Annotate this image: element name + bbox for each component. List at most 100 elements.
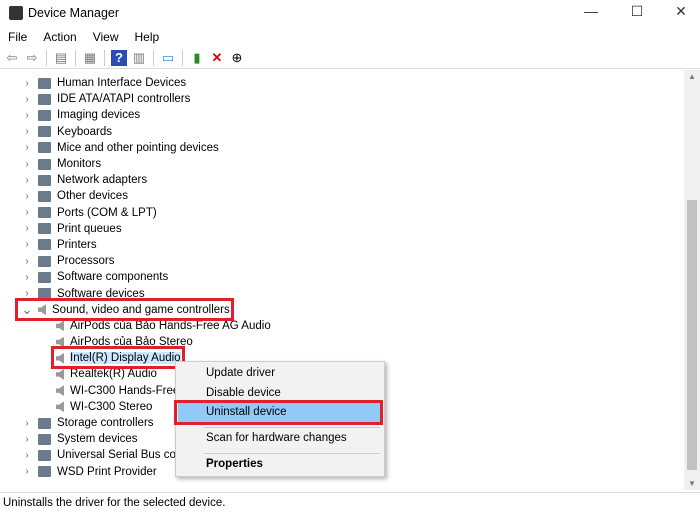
chevron-right-icon[interactable]: › bbox=[20, 256, 34, 267]
vertical-scrollbar[interactable]: ▲ ▼ bbox=[684, 70, 700, 490]
chevron-right-icon[interactable]: › bbox=[20, 288, 34, 299]
context-menu: Update driver Disable device Uninstall d… bbox=[175, 361, 385, 477]
category-label: Imaging devices bbox=[57, 109, 141, 122]
scrollbar-thumb[interactable] bbox=[687, 200, 697, 470]
category-label: Ports (COM & LPT) bbox=[57, 206, 157, 219]
speaker-icon bbox=[56, 401, 64, 413]
device-label: WI-C300 Stereo bbox=[70, 400, 153, 413]
tree-category[interactable]: › Ports (COM & LPT) bbox=[0, 205, 684, 221]
chevron-right-icon[interactable]: › bbox=[20, 110, 34, 121]
tree-category[interactable]: ⌄ Sound, video and game controllers bbox=[0, 302, 684, 318]
menu-separator bbox=[204, 427, 380, 428]
tree-device[interactable]: AirPods của Bảo Stereo bbox=[0, 334, 684, 350]
scroll-down-arrow-icon[interactable]: ▼ bbox=[684, 479, 700, 488]
tree-category[interactable]: › Keyboards bbox=[0, 124, 684, 140]
device-manager-icon bbox=[9, 6, 23, 20]
back-icon[interactable]: ⇦ bbox=[4, 50, 20, 66]
chevron-right-icon[interactable]: › bbox=[20, 142, 34, 153]
menu-item-disable-device[interactable]: Disable device bbox=[178, 384, 382, 403]
menu-item-uninstall-device[interactable]: Uninstall device bbox=[178, 403, 382, 422]
device-category-icon bbox=[38, 190, 51, 202]
tree-category[interactable]: › Network adapters bbox=[0, 172, 684, 188]
device-label: AirPods của Bảo Stereo bbox=[70, 336, 193, 349]
menu-view[interactable]: View bbox=[85, 28, 127, 46]
category-label: Other devices bbox=[57, 190, 128, 203]
category-label: System devices bbox=[57, 433, 138, 446]
device-category-icon bbox=[38, 466, 51, 478]
properties-icon[interactable]: ▦ bbox=[82, 50, 98, 66]
action-pane-icon[interactable]: ▥ bbox=[131, 50, 147, 66]
chevron-right-icon[interactable]: › bbox=[20, 272, 34, 283]
scan-hardware-icon[interactable]: ▭ bbox=[160, 50, 176, 66]
separator bbox=[75, 49, 76, 66]
tree-category[interactable]: › Other devices bbox=[0, 188, 684, 204]
category-label: Mice and other pointing devices bbox=[57, 141, 219, 154]
device-category-icon bbox=[38, 174, 51, 186]
category-label: Printers bbox=[57, 238, 97, 251]
chevron-right-icon[interactable]: › bbox=[20, 207, 34, 218]
scroll-up-arrow-icon[interactable]: ▲ bbox=[684, 72, 700, 81]
device-category-icon bbox=[38, 304, 46, 316]
device-category-icon bbox=[38, 93, 51, 105]
separator bbox=[153, 49, 154, 66]
category-label: IDE ATA/ATAPI controllers bbox=[57, 93, 191, 106]
chevron-right-icon[interactable]: › bbox=[20, 418, 34, 429]
help-icon[interactable]: ? bbox=[111, 49, 127, 66]
tree-category[interactable]: › Software components bbox=[0, 269, 684, 285]
device-category-icon bbox=[38, 77, 51, 89]
tree-device[interactable]: AirPods của Bảo Hands-Free AG Audio bbox=[0, 318, 684, 334]
menu-item-scan-hardware[interactable]: Scan for hardware changes bbox=[178, 429, 382, 448]
separator bbox=[46, 49, 47, 66]
device-label: Intel(R) Display Audio bbox=[70, 352, 181, 365]
device-category-icon bbox=[38, 223, 51, 235]
disable-icon[interactable]: ⊕ bbox=[229, 50, 245, 66]
chevron-right-icon[interactable]: › bbox=[20, 223, 34, 234]
tree-category[interactable]: › Software devices bbox=[0, 285, 684, 301]
menu-bar: File Action View Help bbox=[0, 28, 167, 46]
separator bbox=[182, 49, 183, 66]
menu-separator bbox=[204, 453, 380, 454]
tree-category[interactable]: › IDE ATA/ATAPI controllers bbox=[0, 91, 684, 107]
maximize-button[interactable]: ☐ bbox=[622, 3, 652, 23]
category-label: Software components bbox=[57, 271, 169, 284]
show-hide-console-tree-icon[interactable]: ▤ bbox=[53, 50, 69, 66]
chevron-right-icon[interactable]: › bbox=[20, 94, 34, 105]
chevron-right-icon[interactable]: › bbox=[20, 159, 34, 170]
chevron-right-icon[interactable]: › bbox=[20, 466, 34, 477]
tree-category[interactable]: › Print queues bbox=[0, 221, 684, 237]
menu-item-properties[interactable]: Properties bbox=[178, 455, 382, 474]
chevron-down-icon[interactable]: ⌄ bbox=[20, 302, 34, 318]
chevron-right-icon[interactable]: › bbox=[20, 450, 34, 461]
tree-category[interactable]: › Monitors bbox=[0, 156, 684, 172]
tree-category[interactable]: › Mice and other pointing devices bbox=[0, 140, 684, 156]
tree-category[interactable]: › Imaging devices bbox=[0, 107, 684, 123]
tree-category[interactable]: › Printers bbox=[0, 237, 684, 253]
minimize-button[interactable]: — bbox=[576, 3, 606, 23]
update-driver-icon[interactable]: ▮ bbox=[189, 50, 205, 66]
tree-category[interactable]: › Human Interface Devices bbox=[0, 75, 684, 91]
menu-item-update-driver[interactable]: Update driver bbox=[178, 364, 382, 383]
forward-icon[interactable]: ⇨ bbox=[24, 50, 40, 66]
uninstall-icon[interactable]: ✕ bbox=[209, 50, 225, 66]
title-bar: Device Manager — ☐ ✕ bbox=[0, 0, 700, 26]
device-category-icon bbox=[38, 417, 51, 429]
category-label: WSD Print Provider bbox=[57, 465, 157, 478]
close-button[interactable]: ✕ bbox=[666, 3, 696, 23]
category-label: Storage controllers bbox=[57, 417, 154, 430]
chevron-right-icon[interactable]: › bbox=[20, 434, 34, 445]
device-category-icon bbox=[38, 255, 51, 267]
tree-category[interactable]: › Processors bbox=[0, 253, 684, 269]
device-category-icon bbox=[38, 207, 51, 219]
chevron-right-icon[interactable]: › bbox=[20, 239, 34, 250]
menu-help[interactable]: Help bbox=[127, 28, 168, 46]
speaker-icon bbox=[56, 320, 64, 332]
toolbar: ⇦ ⇨ ▤ ▦ ? ▥ ▭ ▮ ✕ ⊕ bbox=[0, 47, 700, 69]
chevron-right-icon[interactable]: › bbox=[20, 78, 34, 89]
menu-action[interactable]: Action bbox=[35, 28, 84, 46]
chevron-right-icon[interactable]: › bbox=[20, 191, 34, 202]
chevron-right-icon[interactable]: › bbox=[20, 175, 34, 186]
device-category-icon bbox=[38, 158, 51, 170]
chevron-right-icon[interactable]: › bbox=[20, 126, 34, 137]
category-label: Monitors bbox=[57, 158, 102, 171]
menu-file[interactable]: File bbox=[0, 28, 35, 46]
